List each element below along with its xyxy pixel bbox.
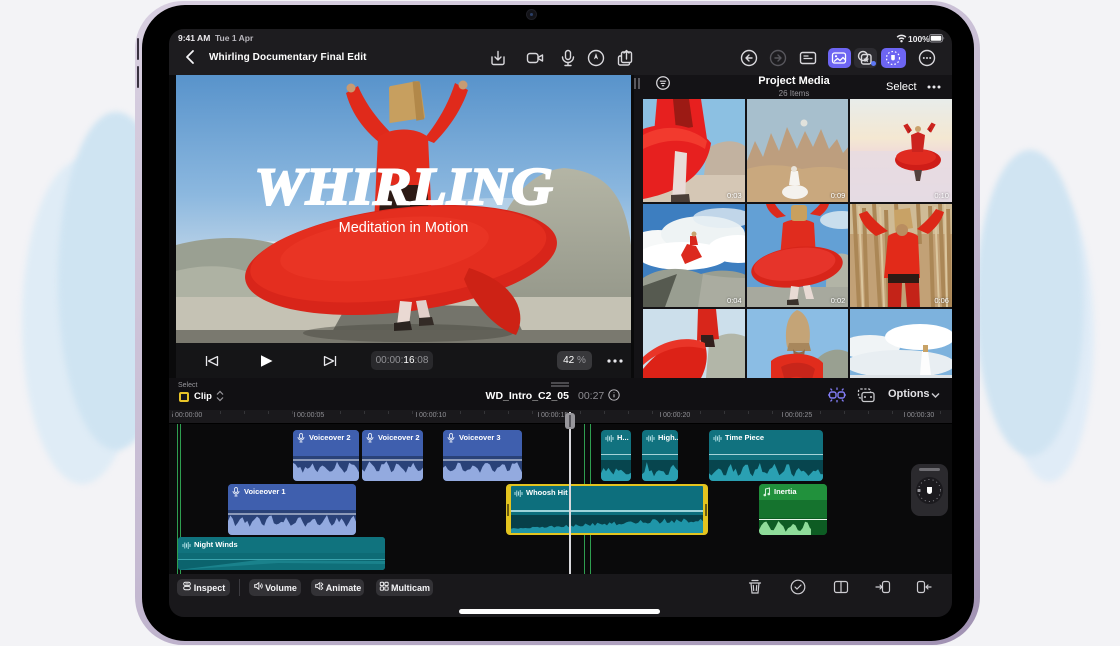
svg-text:100%: 100% [908,34,930,43]
